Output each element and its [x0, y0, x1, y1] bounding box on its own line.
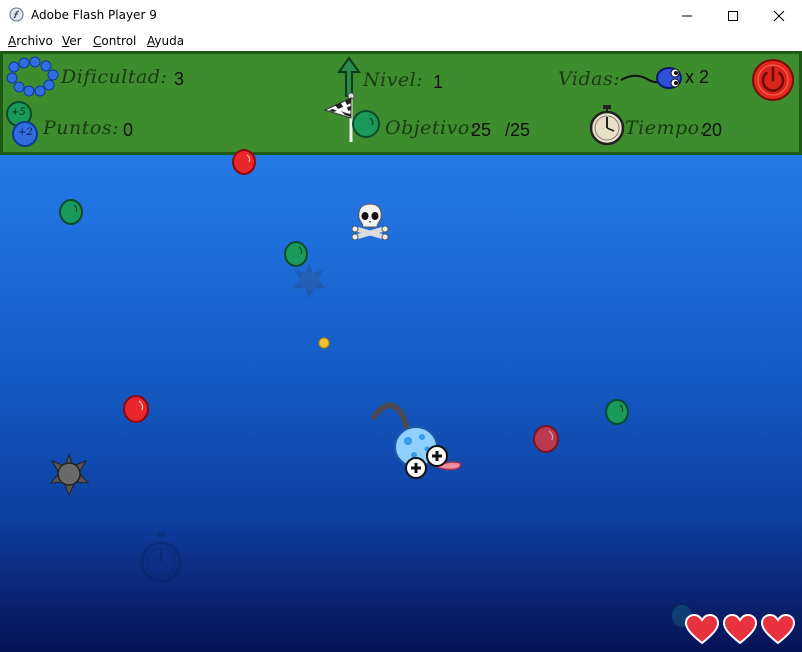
heart-life	[722, 613, 758, 645]
points-badges-icon	[6, 101, 38, 147]
red-ball	[232, 149, 256, 175]
objective-label: Objetivo:	[385, 117, 477, 139]
difficulty-label: Dificultad:	[61, 66, 168, 88]
heart-life	[760, 613, 796, 645]
close-button[interactable]	[756, 0, 802, 31]
difficulty-value: 3	[174, 69, 185, 89]
spiked-mine	[49, 453, 90, 497]
level-value: 1	[433, 72, 444, 92]
power-button[interactable]	[751, 58, 795, 102]
green-ball	[59, 199, 83, 225]
objective-total: /25	[505, 120, 531, 140]
flash-player-icon	[9, 7, 24, 22]
lives-label: Vidas:	[558, 68, 621, 90]
points-value: 0	[123, 120, 134, 140]
level-label: Nivel:	[363, 69, 424, 91]
blue-sperm-player	[371, 402, 462, 479]
spiked-mine	[293, 263, 326, 299]
red-ball	[123, 395, 149, 423]
minimize-icon	[682, 15, 692, 16]
window-title: Adobe Flash Player 9	[31, 8, 157, 22]
plus5-badge: +5	[11, 107, 26, 118]
menu-ver[interactable]: Ver	[62, 34, 82, 48]
menu-control[interactable]: Control	[93, 34, 136, 48]
maximize-button[interactable]	[710, 0, 756, 31]
hud-panel: Dificultad: 3 +5 +2 Puntos: 0 Nivel: 1 O…	[0, 51, 802, 155]
menu-bar: Archivo Ver Control Ayuda	[0, 31, 802, 51]
gold-food-pellet	[318, 337, 330, 349]
plus2-badge: +2	[18, 127, 33, 138]
game-stage[interactable]: Dificultad: 3 +5 +2 Puntos: 0 Nivel: 1 O…	[0, 51, 802, 652]
skull-crossbones	[351, 203, 389, 241]
points-label: Puntos:	[43, 117, 119, 139]
time-label: Tiempo:	[625, 117, 707, 139]
heart-life	[684, 613, 720, 645]
stopwatch-icon	[589, 105, 625, 146]
objective-value: 25	[471, 120, 492, 140]
time-value: 20	[702, 120, 723, 140]
green-ball	[605, 399, 629, 425]
lives-value: x 2	[685, 67, 710, 87]
menu-ayuda[interactable]: Ayuda	[147, 34, 184, 48]
stopwatch-bonus	[140, 532, 182, 583]
window-titlebar: Adobe Flash Player 9	[0, 0, 802, 31]
red-ball	[533, 425, 559, 453]
maximize-icon	[728, 10, 738, 21]
close-icon	[773, 10, 785, 21]
minimize-button[interactable]	[664, 0, 710, 31]
difficulty-icon	[6, 56, 59, 97]
sperm-life-icon	[620, 67, 682, 89]
objective-ball-icon	[352, 110, 380, 138]
menu-archivo[interactable]: Archivo	[8, 34, 53, 48]
